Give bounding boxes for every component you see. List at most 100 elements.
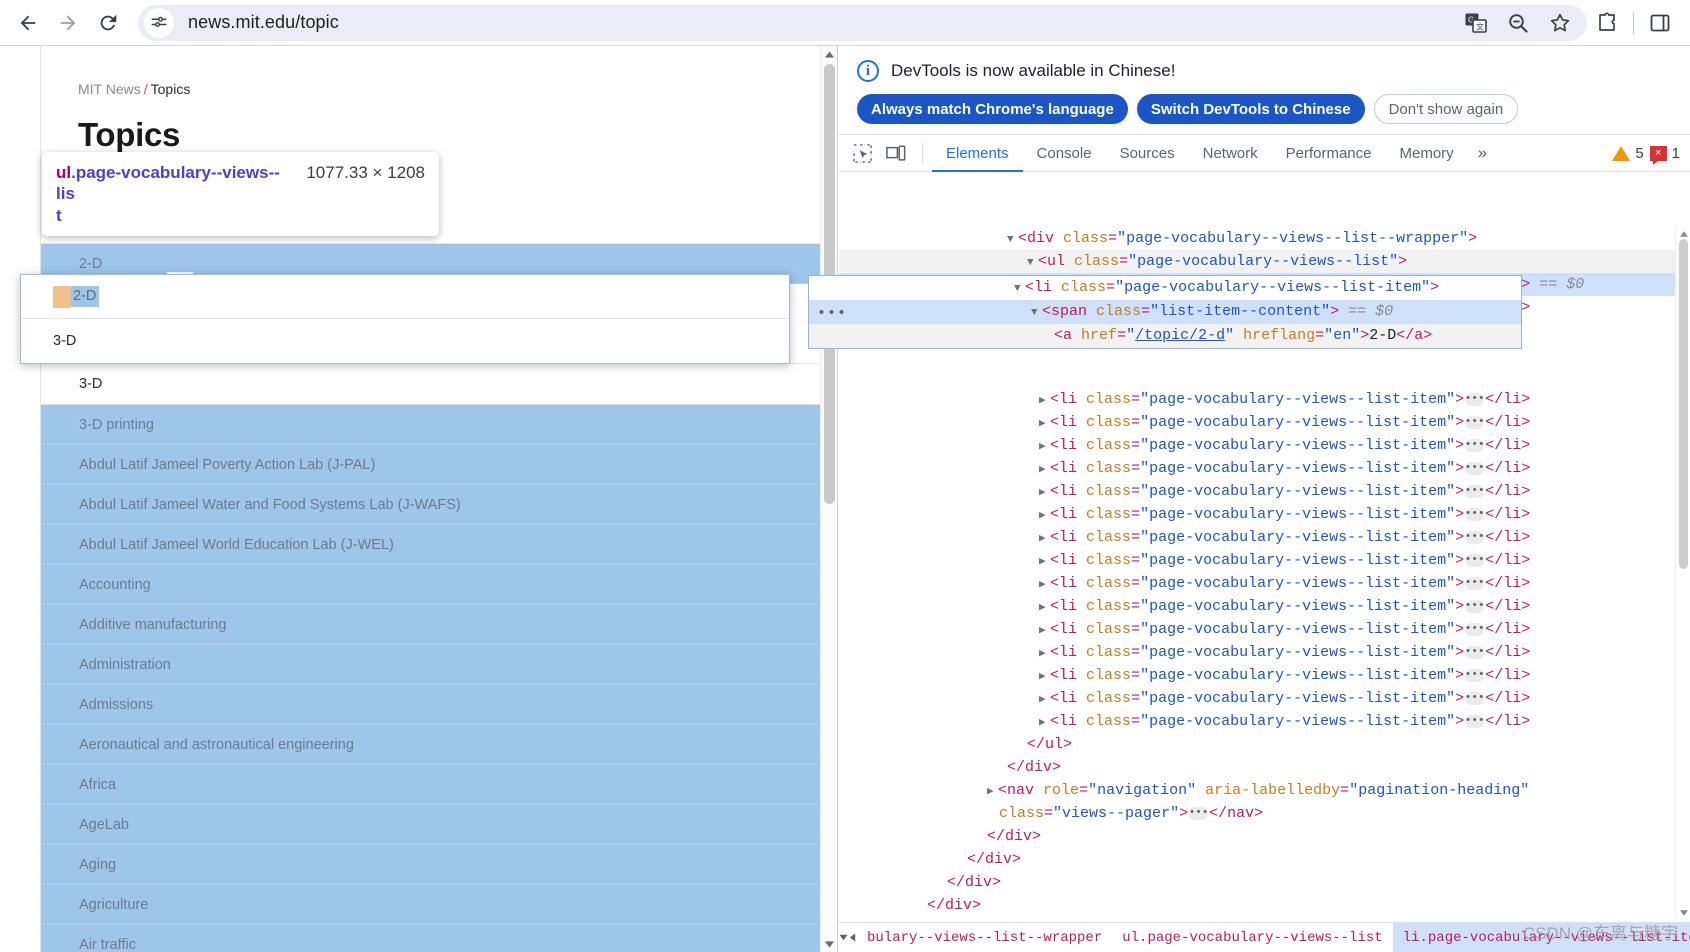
dom-node-li[interactable]: ▶<li class="page-vocabulary--views--list… [839,595,1690,618]
dom-node-div-close[interactable]: </div> [839,871,1690,894]
expand-ellipsis-button[interactable]: ••• [1465,622,1485,636]
twisty-collapsed-icon[interactable]: ▶ [1039,482,1050,505]
breadcrumb-collapse-button[interactable] [839,923,848,952]
dom-node-li[interactable]: ▶<li class="page-vocabulary--views--list… [839,503,1690,526]
inset-node-li[interactable]: ▼ <li class="page-vocabulary--views--list… [809,276,1521,300]
topic-row[interactable]: Admissions [41,685,820,725]
expand-ellipsis-button[interactable]: ••• [1465,392,1485,406]
expand-ellipsis-button[interactable]: ••• [1465,438,1485,452]
address-bar[interactable]: news.mit.edu/topic G 文 [138,4,1587,41]
tab-memory[interactable]: Memory [1386,135,1468,172]
breadcrumb-scroll-left-button[interactable] [848,923,857,952]
twisty-collapsed-icon[interactable]: ▶ [1039,505,1050,528]
topic-row[interactable]: Aeronautical and astronautical engineeri… [41,725,820,765]
twisty-collapsed-icon[interactable]: ▶ [987,781,998,804]
breadcrumb-item-wrapper[interactable]: bulary--views--list--wrapper [857,923,1112,952]
twisty-collapsed-icon[interactable]: ▶ [1039,689,1050,712]
dt-scroll-down-arrow[interactable] [1676,906,1690,919]
breadcrumb-item-ul[interactable]: ul.page-vocabulary--views--list [1112,923,1392,952]
warning-badge[interactable]: 5 [1612,145,1644,162]
expand-ellipsis-button[interactable]: ••• [1465,576,1485,590]
twisty-collapsed-icon[interactable]: ▶ [1039,413,1050,436]
dom-node-ul-list[interactable]: ▼ <ul class="page-vocabulary--views--list… [839,250,1690,273]
dom-node-div-close[interactable]: </div> [839,825,1690,848]
always-match-language-button[interactable]: Always match Chrome's language [857,94,1128,124]
translate-button[interactable]: G 文 [1463,10,1489,36]
topic-row[interactable]: Abdul Latif Jameel World Education Lab (… [41,525,820,565]
error-badge[interactable]: × 1 [1649,145,1680,165]
dom-node-div-close[interactable]: </div> [839,756,1690,779]
breadcrumb-site[interactable]: MIT News [78,81,141,97]
expand-ellipsis-button[interactable]: ••• [1465,599,1485,613]
topic-row[interactable]: Africa [41,765,820,805]
topic-row[interactable]: Abdul Latif Jameel Water and Food System… [41,485,820,525]
preview-next-row[interactable]: 3-D [21,319,789,363]
switch-to-chinese-button[interactable]: Switch DevTools to Chinese [1136,94,1365,124]
scroll-up-arrow[interactable] [821,46,837,62]
twisty-collapsed-icon[interactable]: ▶ [1039,390,1050,413]
tab-performance[interactable]: Performance [1272,135,1386,172]
twisty-collapsed-icon[interactable]: ▶ [1039,528,1050,551]
href-value-link[interactable]: /topic/2-d [1135,327,1225,344]
expand-ellipsis-button[interactable]: ••• [1465,714,1485,728]
twisty-collapsed-icon[interactable]: ▶ [1039,712,1050,735]
topic-row[interactable]: 3-D printing [41,405,820,445]
dom-node-li[interactable]: ▶<li class="page-vocabulary--views--list… [839,572,1690,595]
twisty-collapsed-icon[interactable]: ▶ [1039,459,1050,482]
twisty-collapsed-icon[interactable]: ▶ [1039,643,1050,666]
twisty-expanded-icon[interactable]: ▼ [1007,229,1018,252]
expand-ellipsis-button[interactable]: ••• [1465,645,1485,659]
topic-row[interactable]: Accounting [41,565,820,605]
expand-ellipsis-button[interactable]: ••• [1465,553,1485,567]
topic-row[interactable]: Agriculture [41,885,820,925]
twisty-collapsed-icon[interactable]: ▶ [1039,436,1050,459]
back-button[interactable] [8,3,48,43]
dom-node-li[interactable]: ▶<li class="page-vocabulary--views--list… [839,411,1690,434]
forward-button[interactable] [48,3,88,43]
reload-button[interactable] [88,3,128,43]
tab-elements[interactable]: Elements [932,135,1023,172]
tab-sources[interactable]: Sources [1106,135,1189,172]
topic-row[interactable]: Aging [41,845,820,885]
twisty-collapsed-icon[interactable]: ▶ [1039,551,1050,574]
tab-console[interactable]: Console [1023,135,1106,172]
dom-node-li[interactable]: ▶<li class="page-vocabulary--views--list… [839,618,1690,641]
zoom-out-button[interactable] [1505,10,1531,36]
twisty-collapsed-icon[interactable]: ▶ [1039,574,1050,597]
dom-node-li[interactable]: ▶<li class="page-vocabulary--views--list… [839,549,1690,572]
topic-row[interactable]: Abdul Latif Jameel Poverty Action Lab (J… [41,445,820,485]
site-settings-button[interactable] [144,7,174,38]
topic-row[interactable]: Additive manufacturing [41,605,820,645]
side-panel-button[interactable] [1640,3,1680,43]
twisty-collapsed-icon[interactable]: ▶ [1039,597,1050,620]
topic-row-3d[interactable]: 3-D [41,364,820,405]
node-menu-dots[interactable]: ••• [817,302,847,325]
dom-node-nav[interactable]: ▶ <nav role="navigation" aria-labelledby=… [839,779,1690,802]
topic-row[interactable]: Air traffic [41,925,820,952]
dom-node-li[interactable]: ▶<li class="page-vocabulary--views--list… [839,480,1690,503]
devtools-scrollbar[interactable] [1675,227,1690,919]
tab-network[interactable]: Network [1189,135,1272,172]
device-toolbar-button[interactable] [879,136,913,170]
topic-row[interactable]: AgeLab [41,805,820,845]
page-scrollbar[interactable] [820,46,837,952]
expand-ellipsis-button[interactable]: ••• [1465,461,1485,475]
expand-ellipsis-button[interactable]: ••• [1465,415,1485,429]
dom-node-div-close[interactable]: </div> [839,894,1690,917]
twisty-collapsed-icon[interactable]: ▶ [1039,666,1050,689]
extensions-button[interactable] [1587,3,1627,43]
topic-row[interactable]: Administration [41,645,820,685]
expand-ellipsis-button[interactable]: ••• [1465,484,1485,498]
twisty-collapsed-icon[interactable]: ▶ [1039,620,1050,643]
dom-node-li[interactable]: ▶<li class="page-vocabulary--views--list… [839,664,1690,687]
twisty-expanded-icon[interactable]: ▼ [1031,302,1042,325]
expand-ellipsis-button[interactable]: ••• [1465,668,1485,682]
bookmark-button[interactable] [1547,10,1573,36]
twisty-expanded-icon[interactable]: ▼ [1014,278,1025,301]
dom-node-li[interactable]: ▶<li class="page-vocabulary--views--list… [839,526,1690,549]
dom-node-nav-cont[interactable]: class="views--pager">•••</nav> [839,802,1690,825]
more-tabs-button[interactable]: » [1468,135,1497,172]
dom-node-li[interactable]: ▶<li class="page-vocabulary--views--list… [839,641,1690,664]
dom-node-li[interactable]: ▶<li class="page-vocabulary--views--list… [839,434,1690,457]
expand-ellipsis-button[interactable]: ••• [1465,530,1485,544]
